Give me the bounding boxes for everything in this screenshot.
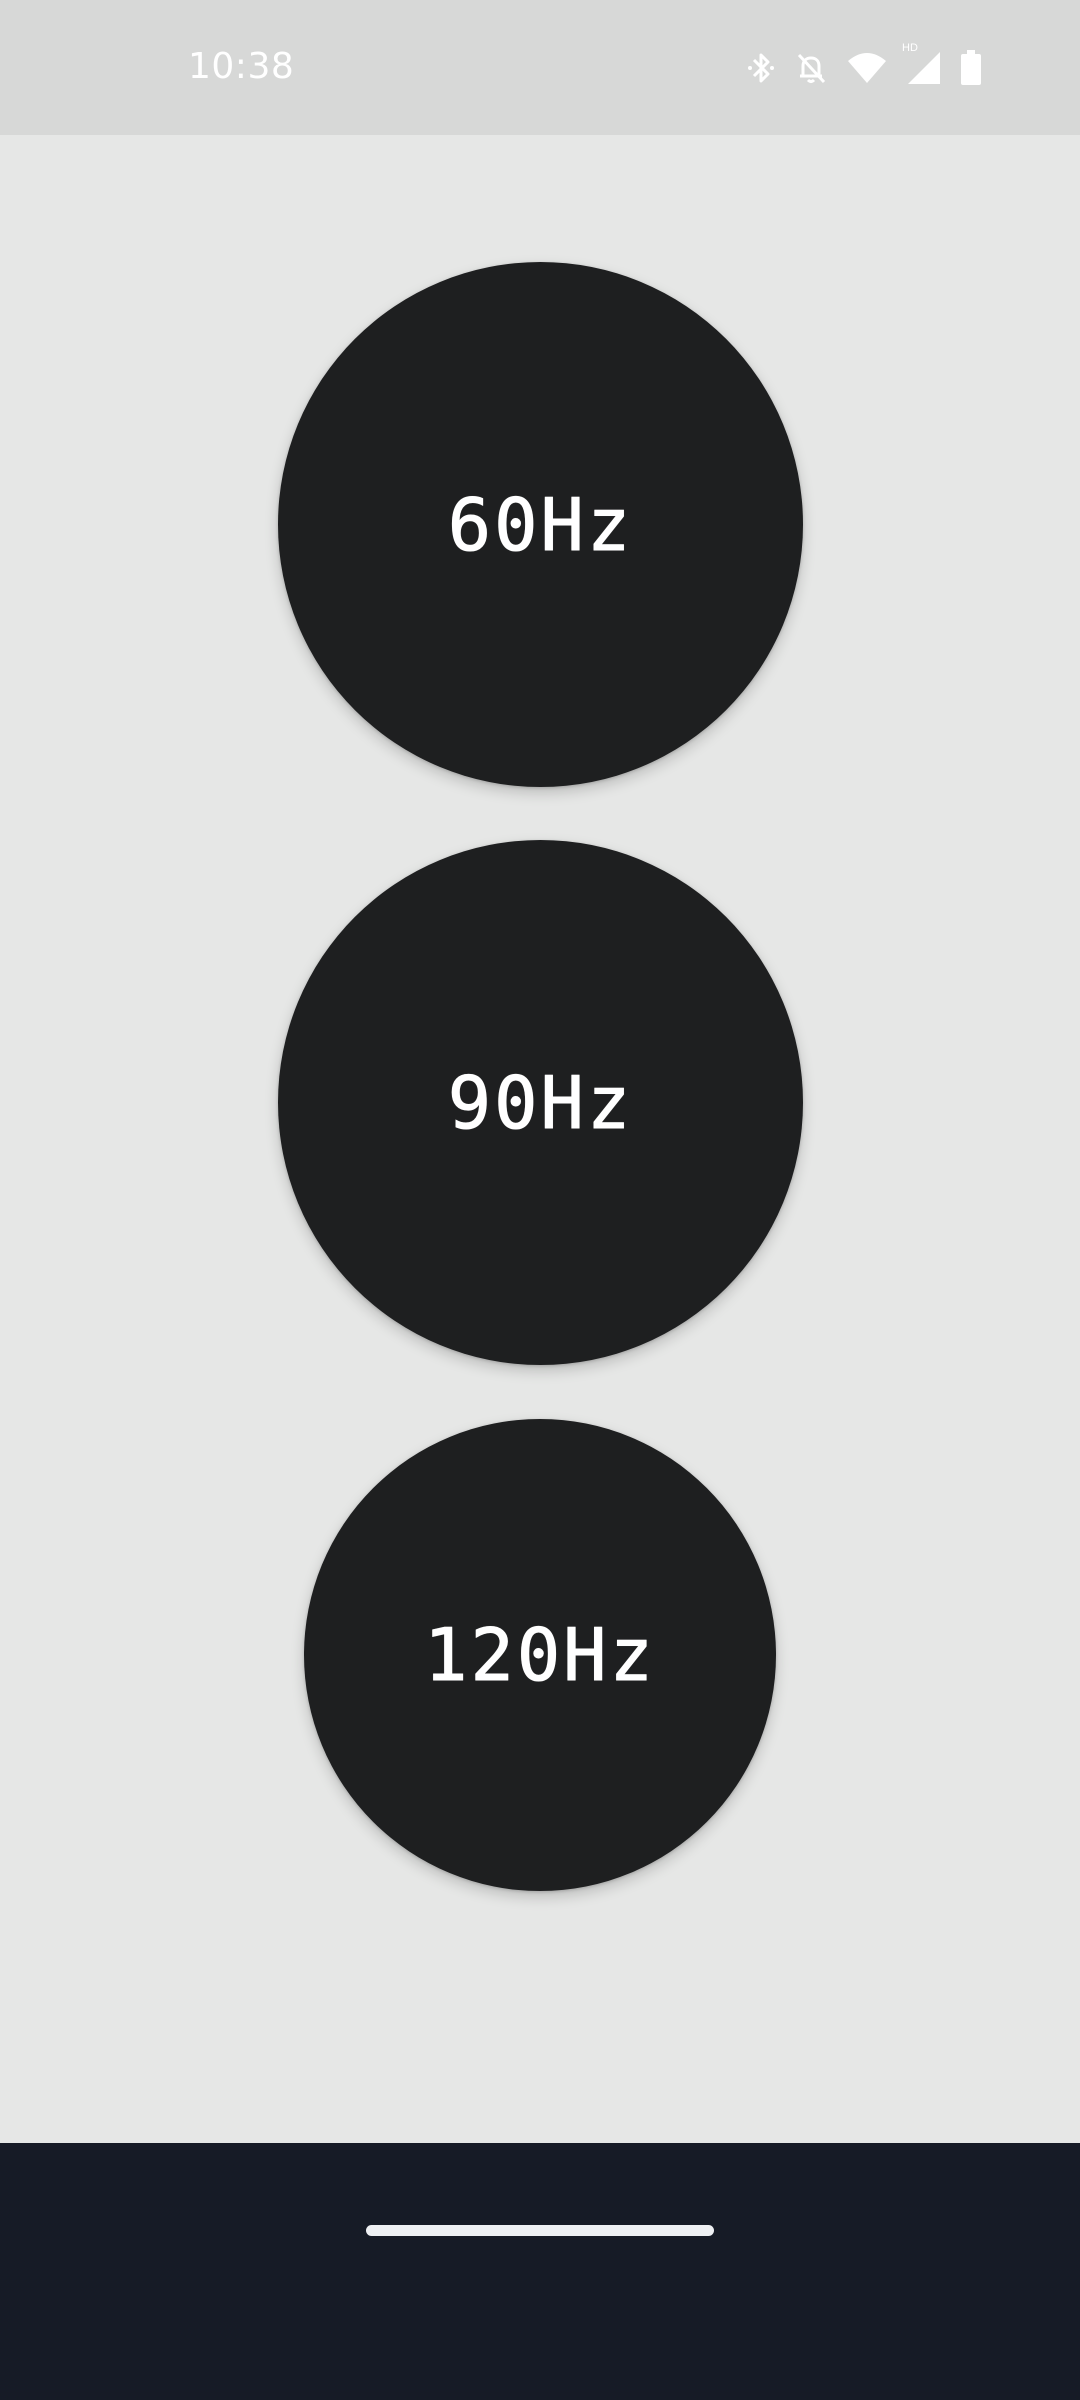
wifi-icon [846,51,888,85]
refresh-rate-screen: 60Hz 90Hz 120Hz [0,135,1080,2143]
network-badge: HD [902,42,918,54]
home-gesture-handle[interactable] [366,2225,714,2236]
status-time: 10:38 [188,46,295,87]
navigation-bar [0,2143,1080,2400]
battery-icon [960,50,982,86]
bell-off-icon [794,50,828,86]
refresh-120hz-button[interactable]: 120Hz [304,1419,776,1891]
refresh-60hz-button[interactable]: 60Hz [278,262,803,787]
status-icons: HD [746,42,982,90]
bluetooth-icon [746,50,776,86]
refresh-90hz-label: 90Hz [447,1060,634,1145]
refresh-90hz-button[interactable]: 90Hz [278,840,803,1365]
refresh-120hz-label: 120Hz [424,1613,656,1698]
status-bar: 10:38 HD [0,0,1080,135]
cell-signal-icon: HD [902,42,942,86]
refresh-60hz-label: 60Hz [447,482,634,567]
